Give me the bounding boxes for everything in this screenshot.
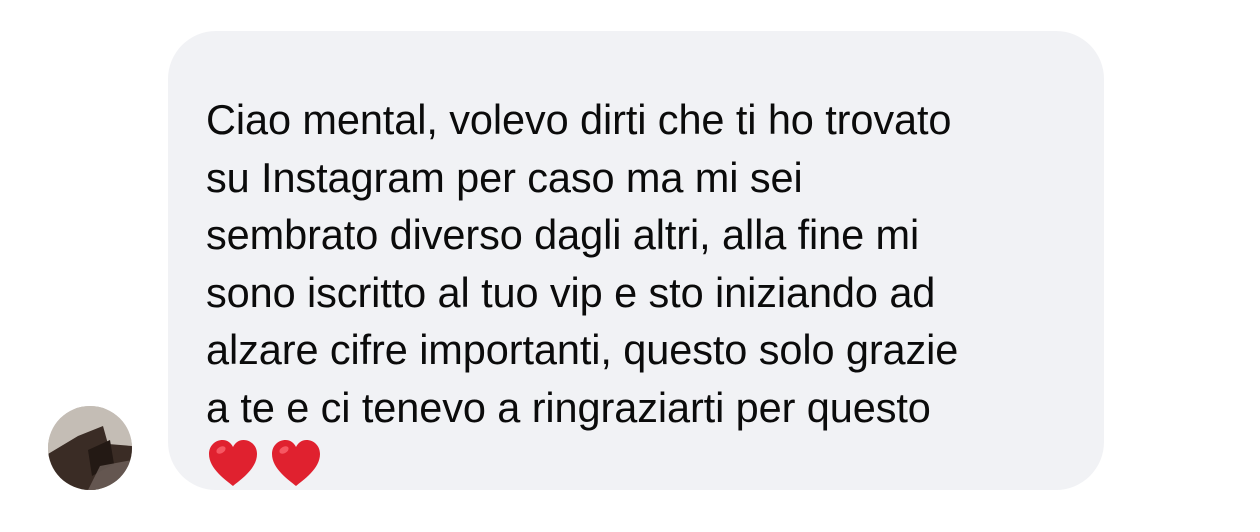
message-text: Ciao mental, volevo dirti che ti ho trov… <box>206 96 959 431</box>
message-bubble[interactable]: Ciao mental, volevo dirti che ti ho trov… <box>168 31 1104 490</box>
avatar-image <box>48 406 132 490</box>
avatar[interactable] <box>48 406 132 490</box>
red-heart-icon <box>209 440 257 486</box>
red-heart-icon <box>272 440 320 486</box>
emoji-row <box>206 437 1074 489</box>
